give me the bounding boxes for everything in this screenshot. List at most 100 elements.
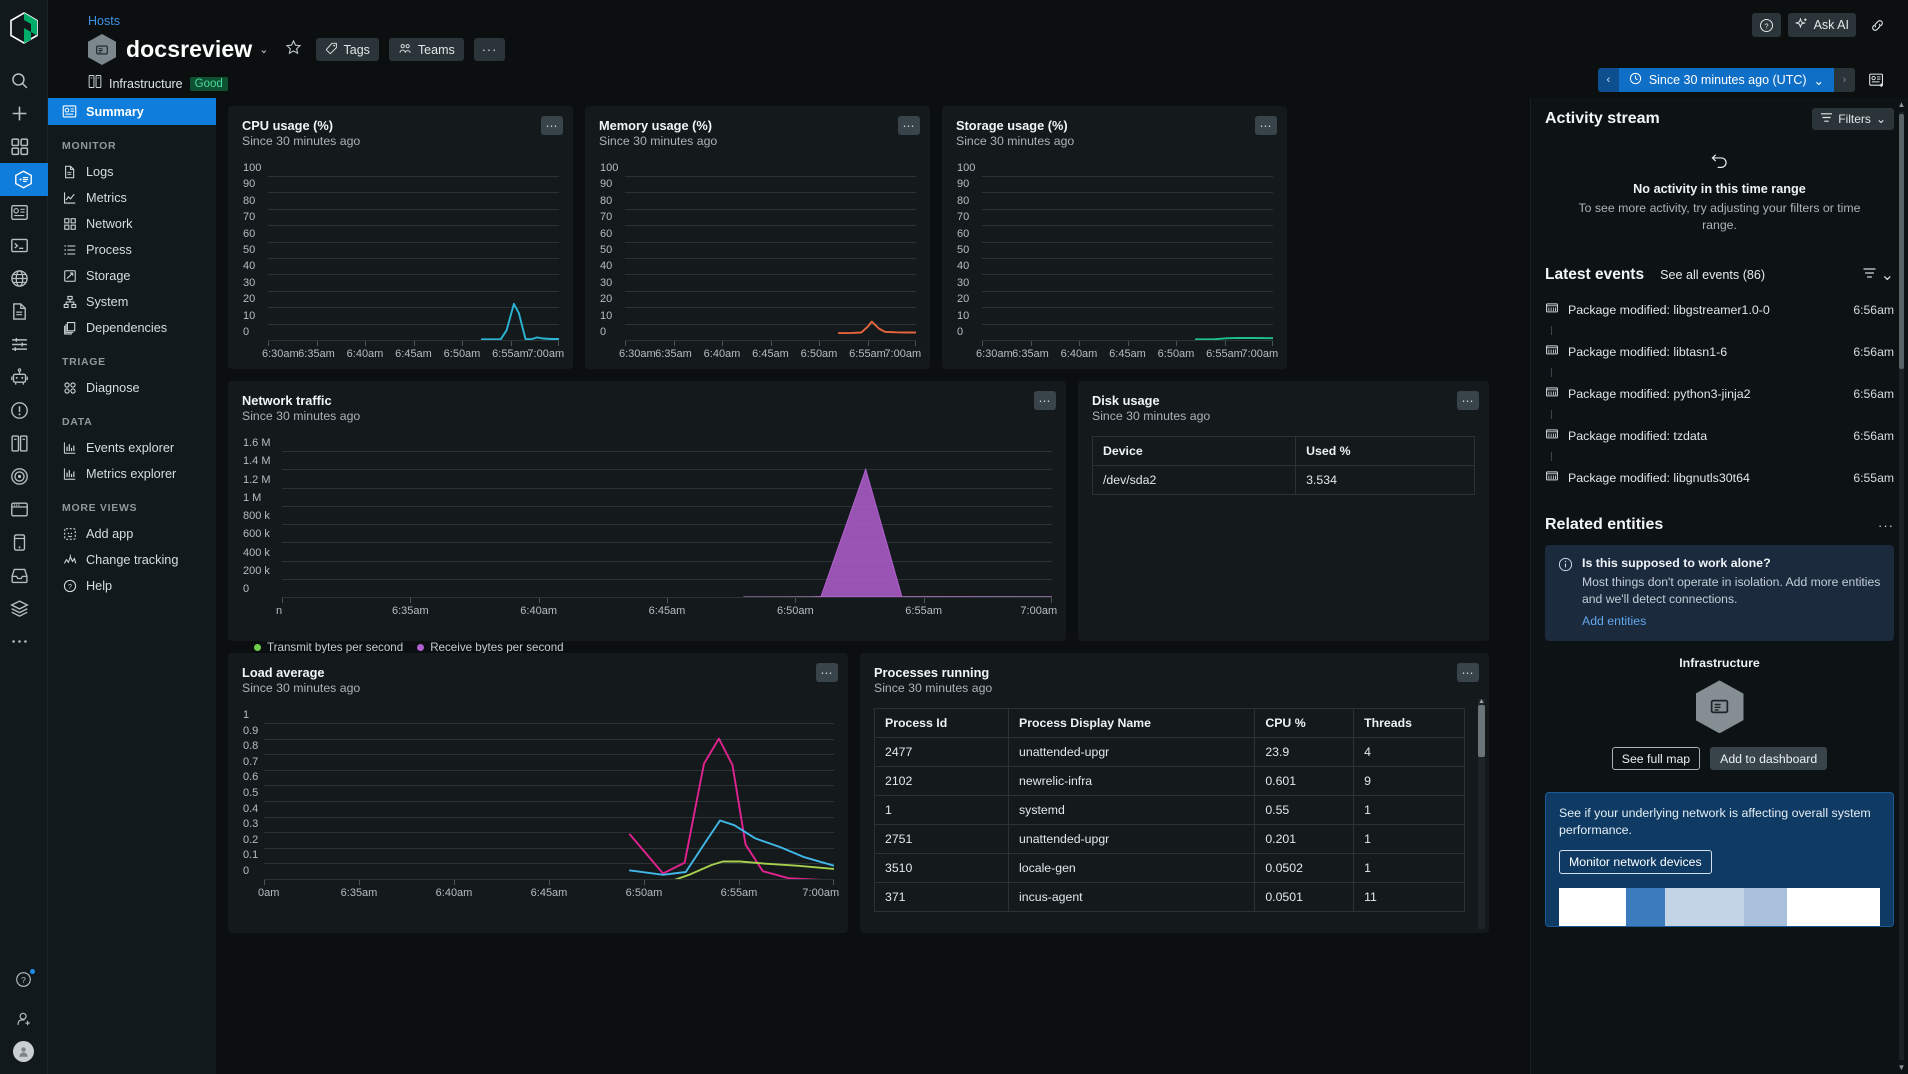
change-tracking-icon — [62, 553, 77, 568]
add-to-dashboard-button[interactable]: Add to dashboard — [1710, 747, 1827, 770]
tags-button[interactable]: Tags — [316, 38, 379, 61]
list-item[interactable]: Package modified: libtasn1-66:56am — [1545, 335, 1894, 368]
y-axis-tick-label: 80 — [599, 195, 612, 207]
time-next-button[interactable]: › — [1834, 68, 1855, 92]
sidebar-item-help[interactable]: ?Help — [48, 573, 216, 599]
sidebar-item-network[interactable]: Network — [48, 211, 216, 237]
link-icon[interactable] — [1863, 13, 1892, 37]
sidebar-item-add-app[interactable]: Add app — [48, 521, 216, 547]
system-tree-icon — [62, 295, 77, 310]
sidebar-item-events-explorer[interactable]: Events explorer — [48, 435, 216, 461]
sidebar-item-diagnose[interactable]: Diagnose — [48, 375, 216, 401]
stack-layers-icon[interactable] — [0, 592, 40, 625]
plus-icon[interactable] — [0, 97, 40, 130]
x-axis-tick — [1031, 341, 1032, 346]
package-icon — [1545, 300, 1559, 319]
activity-filters-button[interactable]: Filters ⌄ — [1812, 108, 1894, 130]
clock-icon — [1629, 72, 1642, 88]
list-item[interactable]: Package modified: libgnutls30t646:55am — [1545, 461, 1894, 494]
sidebar-item-label: Dependencies — [86, 321, 167, 335]
teams-button[interactable]: Teams — [389, 38, 464, 61]
table-row[interactable]: 3510locale-gen0.05021 — [875, 854, 1465, 883]
table-row[interactable]: 1systemd0.551 — [875, 796, 1465, 825]
help-circle-icon[interactable]: ? — [1752, 13, 1781, 37]
host-hex-icon[interactable] — [1696, 680, 1744, 733]
sidebar-item-summary[interactable]: Summary — [48, 98, 216, 125]
list-item[interactable]: Package modified: tzdata6:56am — [1545, 419, 1894, 452]
add-to-dashboard-icon[interactable] — [1861, 68, 1892, 92]
y-axis-tick-label: 50 — [242, 244, 255, 256]
list-item[interactable]: Package modified: python3-jinja26:56am — [1545, 377, 1894, 410]
synthetics-robot-icon[interactable] — [0, 361, 40, 394]
sidebar-item-dependencies[interactable]: Dependencies — [48, 315, 216, 341]
sidebar-item-system[interactable]: System — [48, 289, 216, 315]
sidebar-scrollbar[interactable]: ▲ ▼ — [1897, 98, 1906, 1074]
y-axis-tick-label: 0 — [242, 583, 249, 595]
see-full-map-button[interactable]: See full map — [1612, 747, 1700, 770]
sidebar-item-process[interactable]: Process — [48, 237, 216, 263]
card-menu-button[interactable]: ⋯ — [1255, 116, 1277, 135]
list-item[interactable]: Package modified: libgstreamer1.0-06:56a… — [1545, 293, 1894, 326]
y-axis-tick-label: 100 — [956, 162, 975, 174]
see-all-events-link[interactable]: See all events (86) — [1660, 268, 1765, 282]
ellipsis-icon[interactable] — [0, 625, 40, 658]
entity-dropdown-caret-icon[interactable]: ⌄ — [259, 43, 268, 56]
table-row[interactable]: 371incus-agent0.050111 — [875, 883, 1465, 912]
mobile-device-icon[interactable] — [0, 526, 40, 559]
card-menu-button[interactable]: ⋯ — [816, 663, 838, 682]
card-menu-button[interactable]: ⋯ — [541, 116, 563, 135]
ask-ai-button[interactable]: Ask AI — [1788, 13, 1856, 37]
metrics-chart-icon — [62, 191, 77, 206]
alert-exclamation-icon[interactable] — [0, 394, 40, 427]
time-range-picker[interactable]: Since 30 minutes ago (UTC) ⌄ — [1619, 68, 1834, 92]
y-axis-tick-label: 0.3 — [242, 818, 258, 830]
sidebar-item-metrics[interactable]: Metrics — [48, 185, 216, 211]
user-avatar-icon[interactable] — [13, 1041, 34, 1062]
latest-events-filter-button[interactable]: ⌄ — [1862, 265, 1894, 285]
query-terminal-icon[interactable] — [0, 229, 40, 262]
dashboards-icon[interactable] — [0, 196, 40, 229]
newrelic-logo[interactable] — [5, 8, 43, 48]
globe-icon[interactable] — [0, 262, 40, 295]
browser-window-icon[interactable] — [0, 493, 40, 526]
nav-section-title: TRIAGE — [48, 341, 216, 375]
logs-document-icon[interactable] — [0, 295, 40, 328]
sidebar-item-change-tracking[interactable]: Change tracking — [48, 547, 216, 573]
inbox-tray-icon[interactable] — [0, 559, 40, 592]
sidebar-item-storage[interactable]: Storage — [48, 263, 216, 289]
user-add-icon[interactable] — [4, 1002, 44, 1035]
monitor-network-devices-button[interactable]: Monitor network devices — [1559, 850, 1712, 874]
card-menu-button[interactable]: ⋯ — [1034, 391, 1056, 410]
star-icon[interactable] — [285, 39, 302, 61]
svg-text:?: ? — [1764, 21, 1768, 30]
help-circle-icon[interactable]: ? — [4, 963, 44, 996]
table-row[interactable]: /dev/sda23.534 — [1093, 466, 1475, 495]
header-more-button[interactable]: ··· — [474, 38, 506, 61]
column-header: Device — [1093, 437, 1296, 466]
sliders-icon[interactable] — [0, 328, 40, 361]
card-menu-button[interactable]: ⋯ — [1457, 663, 1479, 682]
entity-explorer-icon[interactable] — [0, 163, 48, 196]
table-header-row: DeviceUsed % — [1093, 437, 1475, 466]
table-row[interactable]: 2751unattended-upgr0.2011 — [875, 825, 1465, 854]
chart-series-layer — [282, 437, 1052, 597]
table-cell: 2102 — [875, 767, 1009, 796]
target-rings-icon[interactable] — [0, 460, 40, 493]
card-menu-button[interactable]: ⋯ — [898, 116, 920, 135]
add-entities-link[interactable]: Add entities — [1582, 614, 1881, 628]
breadcrumb[interactable]: Hosts — [88, 14, 1908, 28]
servers-icon[interactable] — [0, 427, 40, 460]
sidebar-item-logs[interactable]: Logs — [48, 159, 216, 185]
time-prev-button[interactable]: ‹ — [1598, 68, 1619, 92]
card-menu-button[interactable]: ⋯ — [1457, 391, 1479, 410]
page-title: docsreview — [126, 36, 252, 63]
y-axis-tick-label: 0 — [242, 865, 249, 877]
search-icon[interactable] — [0, 64, 40, 97]
table-row[interactable]: 2477unattended-upgr23.94 — [875, 738, 1465, 767]
chevron-down-icon: ⌄ — [1814, 73, 1824, 88]
apps-grid-icon[interactable] — [0, 130, 40, 163]
table-row[interactable]: 2102newrelic-infra0.6019 — [875, 767, 1465, 796]
related-entities-menu-button[interactable]: ··· — [1878, 518, 1894, 533]
sidebar-item-metrics-explorer[interactable]: Metrics explorer — [48, 461, 216, 487]
processes-scrollbar[interactable]: ▲ — [1478, 699, 1485, 929]
